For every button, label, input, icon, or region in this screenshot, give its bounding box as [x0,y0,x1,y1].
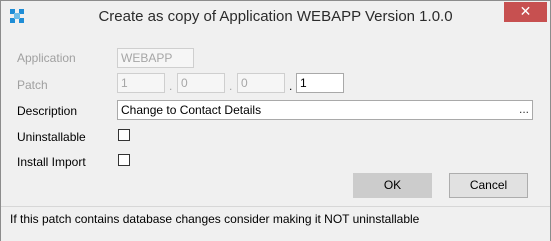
description-field[interactable]: Change to Contact Details ... [117,100,533,120]
ok-button[interactable]: OK [353,173,432,198]
patch-label: Patch [17,78,48,92]
description-browse-button[interactable]: ... [519,102,529,116]
close-icon: ✕ [519,3,532,19]
uninstallable-label: Uninstallable [17,130,86,144]
application-label: Application [17,51,76,65]
patch-major-field: 1 [117,73,165,93]
patch-minor-field: 0 [177,73,225,93]
dialog-window: Create as copy of Application WEBAPP Ver… [0,0,551,241]
patch-revision-field[interactable]: 1 [296,73,344,93]
patch-separator: . [169,79,173,93]
title-bar[interactable]: Create as copy of Application WEBAPP Ver… [1,1,550,32]
description-value: Change to Contact Details [121,103,262,117]
description-label: Description [17,104,78,118]
status-bar: If this patch contains database changes … [1,206,550,241]
application-field: WEBAPP [117,48,194,68]
install-import-checkbox[interactable] [118,154,130,166]
status-message: If this patch contains database changes … [10,212,420,226]
window-title: Create as copy of Application WEBAPP Ver… [98,8,453,25]
patch-separator: . [289,79,293,93]
install-import-label: Install Import [17,155,86,169]
cancel-button[interactable]: Cancel [449,173,528,198]
uninstallable-checkbox[interactable] [118,129,130,141]
patch-build-field: 0 [237,73,285,93]
close-button[interactable]: ✕ [504,2,547,22]
patch-separator: . [229,79,233,93]
